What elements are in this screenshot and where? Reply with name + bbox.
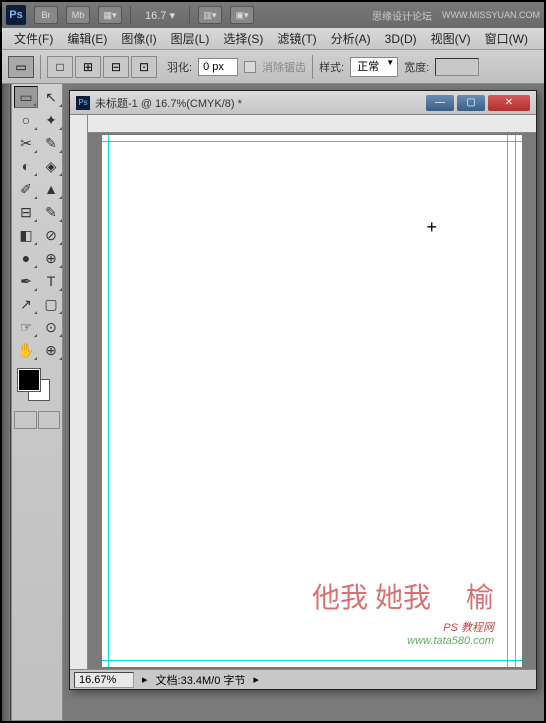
- foreground-color[interactable]: [18, 369, 40, 391]
- menu-image[interactable]: 图像(I): [115, 27, 162, 50]
- doc-ps-icon: Ps: [76, 96, 90, 110]
- site-url: WWW.MISSYUAN.COM: [442, 10, 540, 20]
- menubar: 文件(F) 编辑(E) 图像(I) 图层(L) 选择(S) 滤镜(T) 分析(A…: [2, 28, 544, 50]
- guide-vertical[interactable]: [108, 135, 109, 667]
- canvas-area[interactable]: + 他我 她我 榆 PS 教程网 www.tata580.com: [88, 133, 536, 669]
- tool-21[interactable]: ⊙: [39, 316, 63, 338]
- zoom-readout[interactable]: 16.7 ▾: [145, 9, 175, 22]
- ps-logo: Ps: [6, 5, 26, 25]
- watermark-chinese: 他我 她我 榆: [312, 585, 494, 613]
- feather-label: 羽化:: [167, 59, 192, 75]
- width-label: 宽度:: [404, 59, 429, 75]
- document-title: 未标题-1 @ 16.7%(CMYK/8) *: [95, 95, 426, 111]
- arrange-icon[interactable]: ▥▾: [198, 6, 222, 24]
- tool-20[interactable]: ☞: [14, 316, 38, 338]
- sel-mode-sub[interactable]: ⊟: [103, 56, 129, 78]
- tool-0[interactable]: ▭: [14, 86, 38, 108]
- sel-mode-intersect[interactable]: ⊡: [131, 56, 157, 78]
- tool-23[interactable]: ⊕: [39, 339, 63, 361]
- tool-9[interactable]: ▲: [39, 178, 63, 200]
- tool-8[interactable]: ✐: [14, 178, 38, 200]
- tool-22[interactable]: ✋: [14, 339, 38, 361]
- sel-mode-new[interactable]: □: [47, 56, 73, 78]
- tool-10[interactable]: ⊟: [14, 201, 38, 223]
- menu-filter[interactable]: 滤镜(T): [271, 27, 322, 50]
- separator: [40, 55, 41, 79]
- cursor-crosshair: +: [426, 217, 437, 238]
- tool-18[interactable]: ↗: [14, 293, 38, 315]
- feather-input[interactable]: [198, 58, 238, 76]
- menu-file[interactable]: 文件(F): [8, 27, 59, 50]
- close-button[interactable]: ✕: [488, 95, 530, 111]
- quickmask-standard[interactable]: [14, 411, 37, 429]
- style-select[interactable]: 正常: [350, 57, 398, 77]
- document-statusbar: 16.67% ▸ 文档:33.4M/0 字节 ▸: [70, 669, 536, 689]
- separator: [130, 6, 131, 24]
- guide-horizontal[interactable]: [102, 660, 522, 661]
- menu-3d[interactable]: 3D(D): [379, 29, 423, 49]
- tool-11[interactable]: ✎: [39, 201, 63, 223]
- menu-edit[interactable]: 编辑(E): [61, 27, 113, 50]
- tool-1[interactable]: ↖: [39, 86, 63, 108]
- separator: [189, 6, 190, 24]
- menu-analysis[interactable]: 分析(A): [325, 27, 377, 50]
- guide-vertical[interactable]: [515, 135, 516, 667]
- workspace: Ps 未标题-1 @ 16.7%(CMYK/8) * — ▢ ✕: [63, 84, 544, 721]
- tool-15[interactable]: ⊕: [39, 247, 63, 269]
- tool-14[interactable]: ●: [14, 247, 38, 269]
- width-input[interactable]: [435, 58, 479, 76]
- minimize-button[interactable]: —: [426, 95, 454, 111]
- antialias-label: 消除锯齿: [262, 59, 306, 75]
- tool-19[interactable]: ▢: [39, 293, 63, 315]
- canvas[interactable]: + 他我 她我 榆 PS 教程网 www.tata580.com: [102, 135, 522, 667]
- antialias-checkbox[interactable]: [244, 61, 256, 73]
- sel-mode-add[interactable]: ⊞: [75, 56, 101, 78]
- selection-mode-group: □ ⊞ ⊟ ⊡: [47, 56, 157, 78]
- color-swatches: [14, 367, 60, 407]
- menu-select[interactable]: 选择(S): [217, 27, 269, 50]
- status-arrow-icon[interactable]: ▸: [253, 673, 259, 686]
- status-arrow-icon[interactable]: ▸: [142, 673, 148, 686]
- guide-horizontal[interactable]: [102, 141, 522, 142]
- tool-12[interactable]: ◧: [14, 224, 38, 246]
- document-window: Ps 未标题-1 @ 16.7%(CMYK/8) * — ▢ ✕: [69, 90, 537, 690]
- menu-window[interactable]: 窗口(W): [479, 27, 534, 50]
- tool-5[interactable]: ✎: [39, 132, 63, 154]
- tool-preset-icon[interactable]: ▭: [8, 56, 34, 78]
- screenmode-icon[interactable]: ▣▾: [230, 6, 254, 24]
- layout-icon[interactable]: ▦▾: [98, 6, 122, 24]
- style-label: 样式:: [319, 59, 344, 75]
- minibridge-icon[interactable]: Mb: [66, 6, 90, 24]
- tool-16[interactable]: ✒: [14, 270, 38, 292]
- options-bar: ▭ □ ⊞ ⊟ ⊡ 羽化: 消除锯齿 样式: 正常 宽度:: [2, 50, 544, 84]
- toolbox: ▭↖○✦✂✎◐◈✐▲⊟✎◧⊘●⊕✒T↗▢☞⊙✋⊕: [11, 84, 63, 721]
- guide-vertical[interactable]: [507, 135, 508, 667]
- tool-17[interactable]: T: [39, 270, 63, 292]
- maximize-button[interactable]: ▢: [457, 95, 485, 111]
- tool-7[interactable]: ◈: [39, 155, 63, 177]
- watermark-text: PS 教程网: [312, 619, 494, 635]
- site-name: 思缘设计论坛: [372, 8, 432, 23]
- menu-layer[interactable]: 图层(L): [165, 27, 216, 50]
- app-titlebar: Ps Br Mb ▦▾ 16.7 ▾ ▥▾ ▣▾ 思缘设计论坛 WWW.MISS…: [2, 2, 544, 28]
- tool-6[interactable]: ◐: [14, 155, 38, 177]
- watermark: 他我 她我 榆 PS 教程网 www.tata580.com: [312, 585, 494, 647]
- tool-4[interactable]: ✂: [14, 132, 38, 154]
- quickmask-mask[interactable]: [38, 411, 61, 429]
- tool-3[interactable]: ✦: [39, 109, 63, 131]
- status-zoom[interactable]: 16.67%: [74, 672, 134, 688]
- left-dock-strip[interactable]: [2, 84, 11, 721]
- vertical-ruler[interactable]: [70, 115, 88, 669]
- status-doc-info[interactable]: 文档:33.4M/0 字节: [156, 672, 246, 688]
- watermark-url: www.tata580.com: [312, 635, 494, 647]
- separator: [312, 55, 313, 79]
- menu-view[interactable]: 视图(V): [425, 27, 477, 50]
- tool-13[interactable]: ⊘: [39, 224, 63, 246]
- bridge-icon[interactable]: Br: [34, 6, 58, 24]
- horizontal-ruler[interactable]: [88, 115, 536, 133]
- document-titlebar[interactable]: Ps 未标题-1 @ 16.7%(CMYK/8) * — ▢ ✕: [70, 91, 536, 115]
- tool-2[interactable]: ○: [14, 109, 38, 131]
